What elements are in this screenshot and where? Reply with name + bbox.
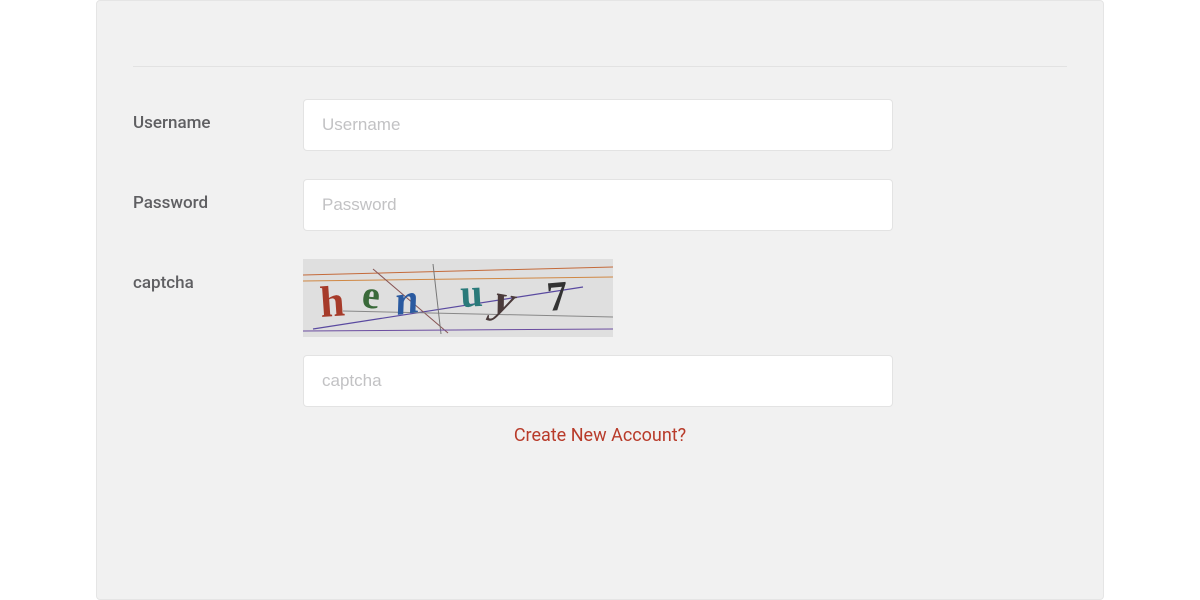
password-input[interactable]: [303, 179, 893, 231]
captcha-label: captcha: [133, 259, 303, 293]
password-field-wrap: [303, 179, 893, 231]
login-form-card: Username Password captcha: [96, 0, 1104, 600]
captcha-row: captcha h e: [133, 259, 1067, 407]
create-account-row: Create New Account?: [133, 425, 1067, 446]
captcha-input-wrap: [303, 355, 893, 407]
svg-text:u: u: [459, 270, 484, 316]
captcha-input[interactable]: [303, 355, 893, 407]
username-label: Username: [133, 99, 303, 133]
captcha-image: h e n u y 7: [303, 259, 613, 337]
username-field-wrap: [303, 99, 893, 151]
svg-text:h: h: [318, 276, 346, 327]
password-label: Password: [133, 179, 303, 213]
captcha-field-wrap: h e n u y 7: [303, 259, 893, 407]
captcha-svg: h e n u y 7: [303, 259, 613, 337]
username-input[interactable]: [303, 99, 893, 151]
svg-text:7: 7: [545, 273, 570, 321]
username-row: Username: [133, 99, 1067, 151]
password-row: Password: [133, 179, 1067, 231]
form-body: Username Password captcha: [97, 67, 1103, 446]
page-container: Username Password captcha: [0, 0, 1200, 600]
create-account-link[interactable]: Create New Account?: [514, 425, 686, 446]
